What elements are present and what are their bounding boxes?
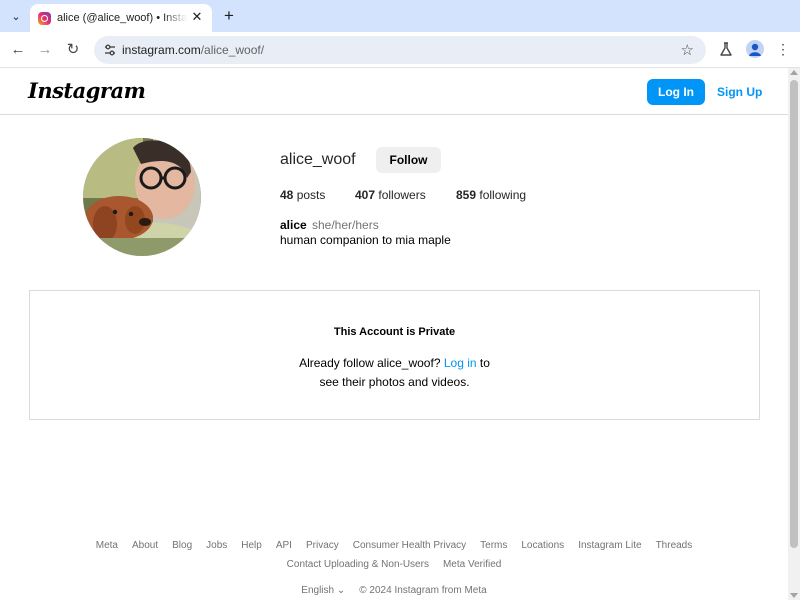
page-scrollbar[interactable] xyxy=(788,68,800,600)
instagram-favicon-icon xyxy=(38,11,51,25)
footer-links: Meta About Blog Jobs Help API Privacy Co… xyxy=(40,540,748,570)
language-selector[interactable]: English ⌄ xyxy=(301,585,345,596)
instagram-header: Instagram Log In Sign Up xyxy=(0,68,788,115)
close-tab-icon[interactable]: ✕ xyxy=(190,10,204,24)
private-line1-tail: to xyxy=(479,356,490,370)
browser-tab-strip: ⌄ alice (@alice_woof) • Instagram photos… xyxy=(0,0,800,32)
footer-link-help[interactable]: Help xyxy=(241,540,262,551)
private-title: This Account is Private xyxy=(333,326,456,338)
instagram-logo[interactable]: Instagram xyxy=(28,78,146,103)
footer-link-jobs[interactable]: Jobs xyxy=(206,540,227,551)
profile-avatar xyxy=(83,138,201,256)
profile-bio: human companion to mia maple xyxy=(280,233,451,247)
url-text: instagram.com/alice_woof/ xyxy=(122,43,264,57)
back-arrow-icon[interactable]: ← xyxy=(8,40,28,60)
browser-toolbar: ← → ↻ instagram.com/alice_woof/ ☆ xyxy=(0,32,800,68)
url-path: /alice_woof/ xyxy=(200,43,265,57)
footer-link-privacy[interactable]: Privacy xyxy=(306,540,339,551)
profile-full-name: alice xyxy=(280,218,307,232)
scroll-up-arrow-icon[interactable] xyxy=(790,70,798,75)
private-line2-text: see their photos and videos. xyxy=(319,375,470,389)
copyright: © 2024 Instagram from Meta xyxy=(359,585,487,596)
profile-pronouns: she/her/hers xyxy=(312,218,379,232)
profile-username: alice_woof xyxy=(280,151,356,168)
followers-number: 407 xyxy=(355,188,376,202)
footer-link-blog[interactable]: Blog xyxy=(172,540,192,551)
footer-link-consumer-health-privacy[interactable]: Consumer Health Privacy xyxy=(353,540,466,551)
tab-search-chevron-icon[interactable]: ⌄ xyxy=(6,6,26,26)
footer-link-api[interactable]: API xyxy=(276,540,292,551)
scroll-down-arrow-icon[interactable] xyxy=(790,593,798,598)
reload-icon[interactable]: ↻ xyxy=(63,40,83,60)
bookmark-star-icon[interactable]: ☆ xyxy=(681,41,694,59)
labs-flask-icon[interactable] xyxy=(718,41,734,57)
footer-link-contact-uploading[interactable]: Contact Uploading & Non-Users xyxy=(287,559,429,570)
footer-link-locations[interactable]: Locations xyxy=(521,540,564,551)
follow-button[interactable]: Follow xyxy=(376,147,441,173)
forward-arrow-icon[interactable]: → xyxy=(35,40,55,60)
posts-number: 48 xyxy=(280,188,294,202)
following-count[interactable]: 859 following xyxy=(456,188,526,202)
private-line1-text: Already follow alice_woof? xyxy=(299,356,441,370)
new-tab-plus-icon[interactable]: + xyxy=(219,6,239,26)
footer-link-threads[interactable]: Threads xyxy=(656,540,693,551)
followers-count[interactable]: 407 followers xyxy=(355,188,426,202)
footer-link-meta-verified[interactable]: Meta Verified xyxy=(443,559,501,570)
footer-link-terms[interactable]: Terms xyxy=(480,540,507,551)
browser-menu-icon[interactable]: ⋮ xyxy=(776,40,790,58)
chevron-down-icon: ⌄ xyxy=(336,585,346,596)
browser-tab[interactable]: alice (@alice_woof) • Instagram photos a… xyxy=(30,4,212,32)
address-bar[interactable]: instagram.com/alice_woof/ ☆ xyxy=(94,36,706,64)
tab-title: alice (@alice_woof) • Instagram photos a… xyxy=(57,12,187,24)
private-log-in-link[interactable]: Log in xyxy=(444,356,477,370)
browser-profile-icon[interactable] xyxy=(746,40,764,58)
followers-label: followers xyxy=(378,188,426,202)
sign-up-link[interactable]: Sign Up xyxy=(717,85,762,99)
instagram-page: Instagram Log In Sign Up alice_woof Foll… xyxy=(0,68,788,600)
scroll-thumb[interactable] xyxy=(790,80,798,548)
private-account-notice: This Account is Private Already follow a… xyxy=(29,290,760,420)
footer-link-meta[interactable]: Meta xyxy=(96,540,118,551)
posts-count: 48 posts xyxy=(280,188,325,202)
language-label: English xyxy=(301,585,335,596)
posts-label: posts xyxy=(296,188,326,202)
log-in-button[interactable]: Log In xyxy=(647,79,705,105)
private-message: Already follow alice_woof? Log in to see… xyxy=(30,354,759,392)
footer-bottom: English ⌄ © 2024 Instagram from Meta xyxy=(0,585,788,596)
following-label: following xyxy=(479,188,527,202)
footer-link-instagram-lite[interactable]: Instagram Lite xyxy=(578,540,641,551)
url-domain: instagram.com xyxy=(122,43,201,57)
following-number: 859 xyxy=(456,188,477,202)
site-settings-icon[interactable] xyxy=(102,42,118,58)
footer-link-about[interactable]: About xyxy=(132,540,158,551)
